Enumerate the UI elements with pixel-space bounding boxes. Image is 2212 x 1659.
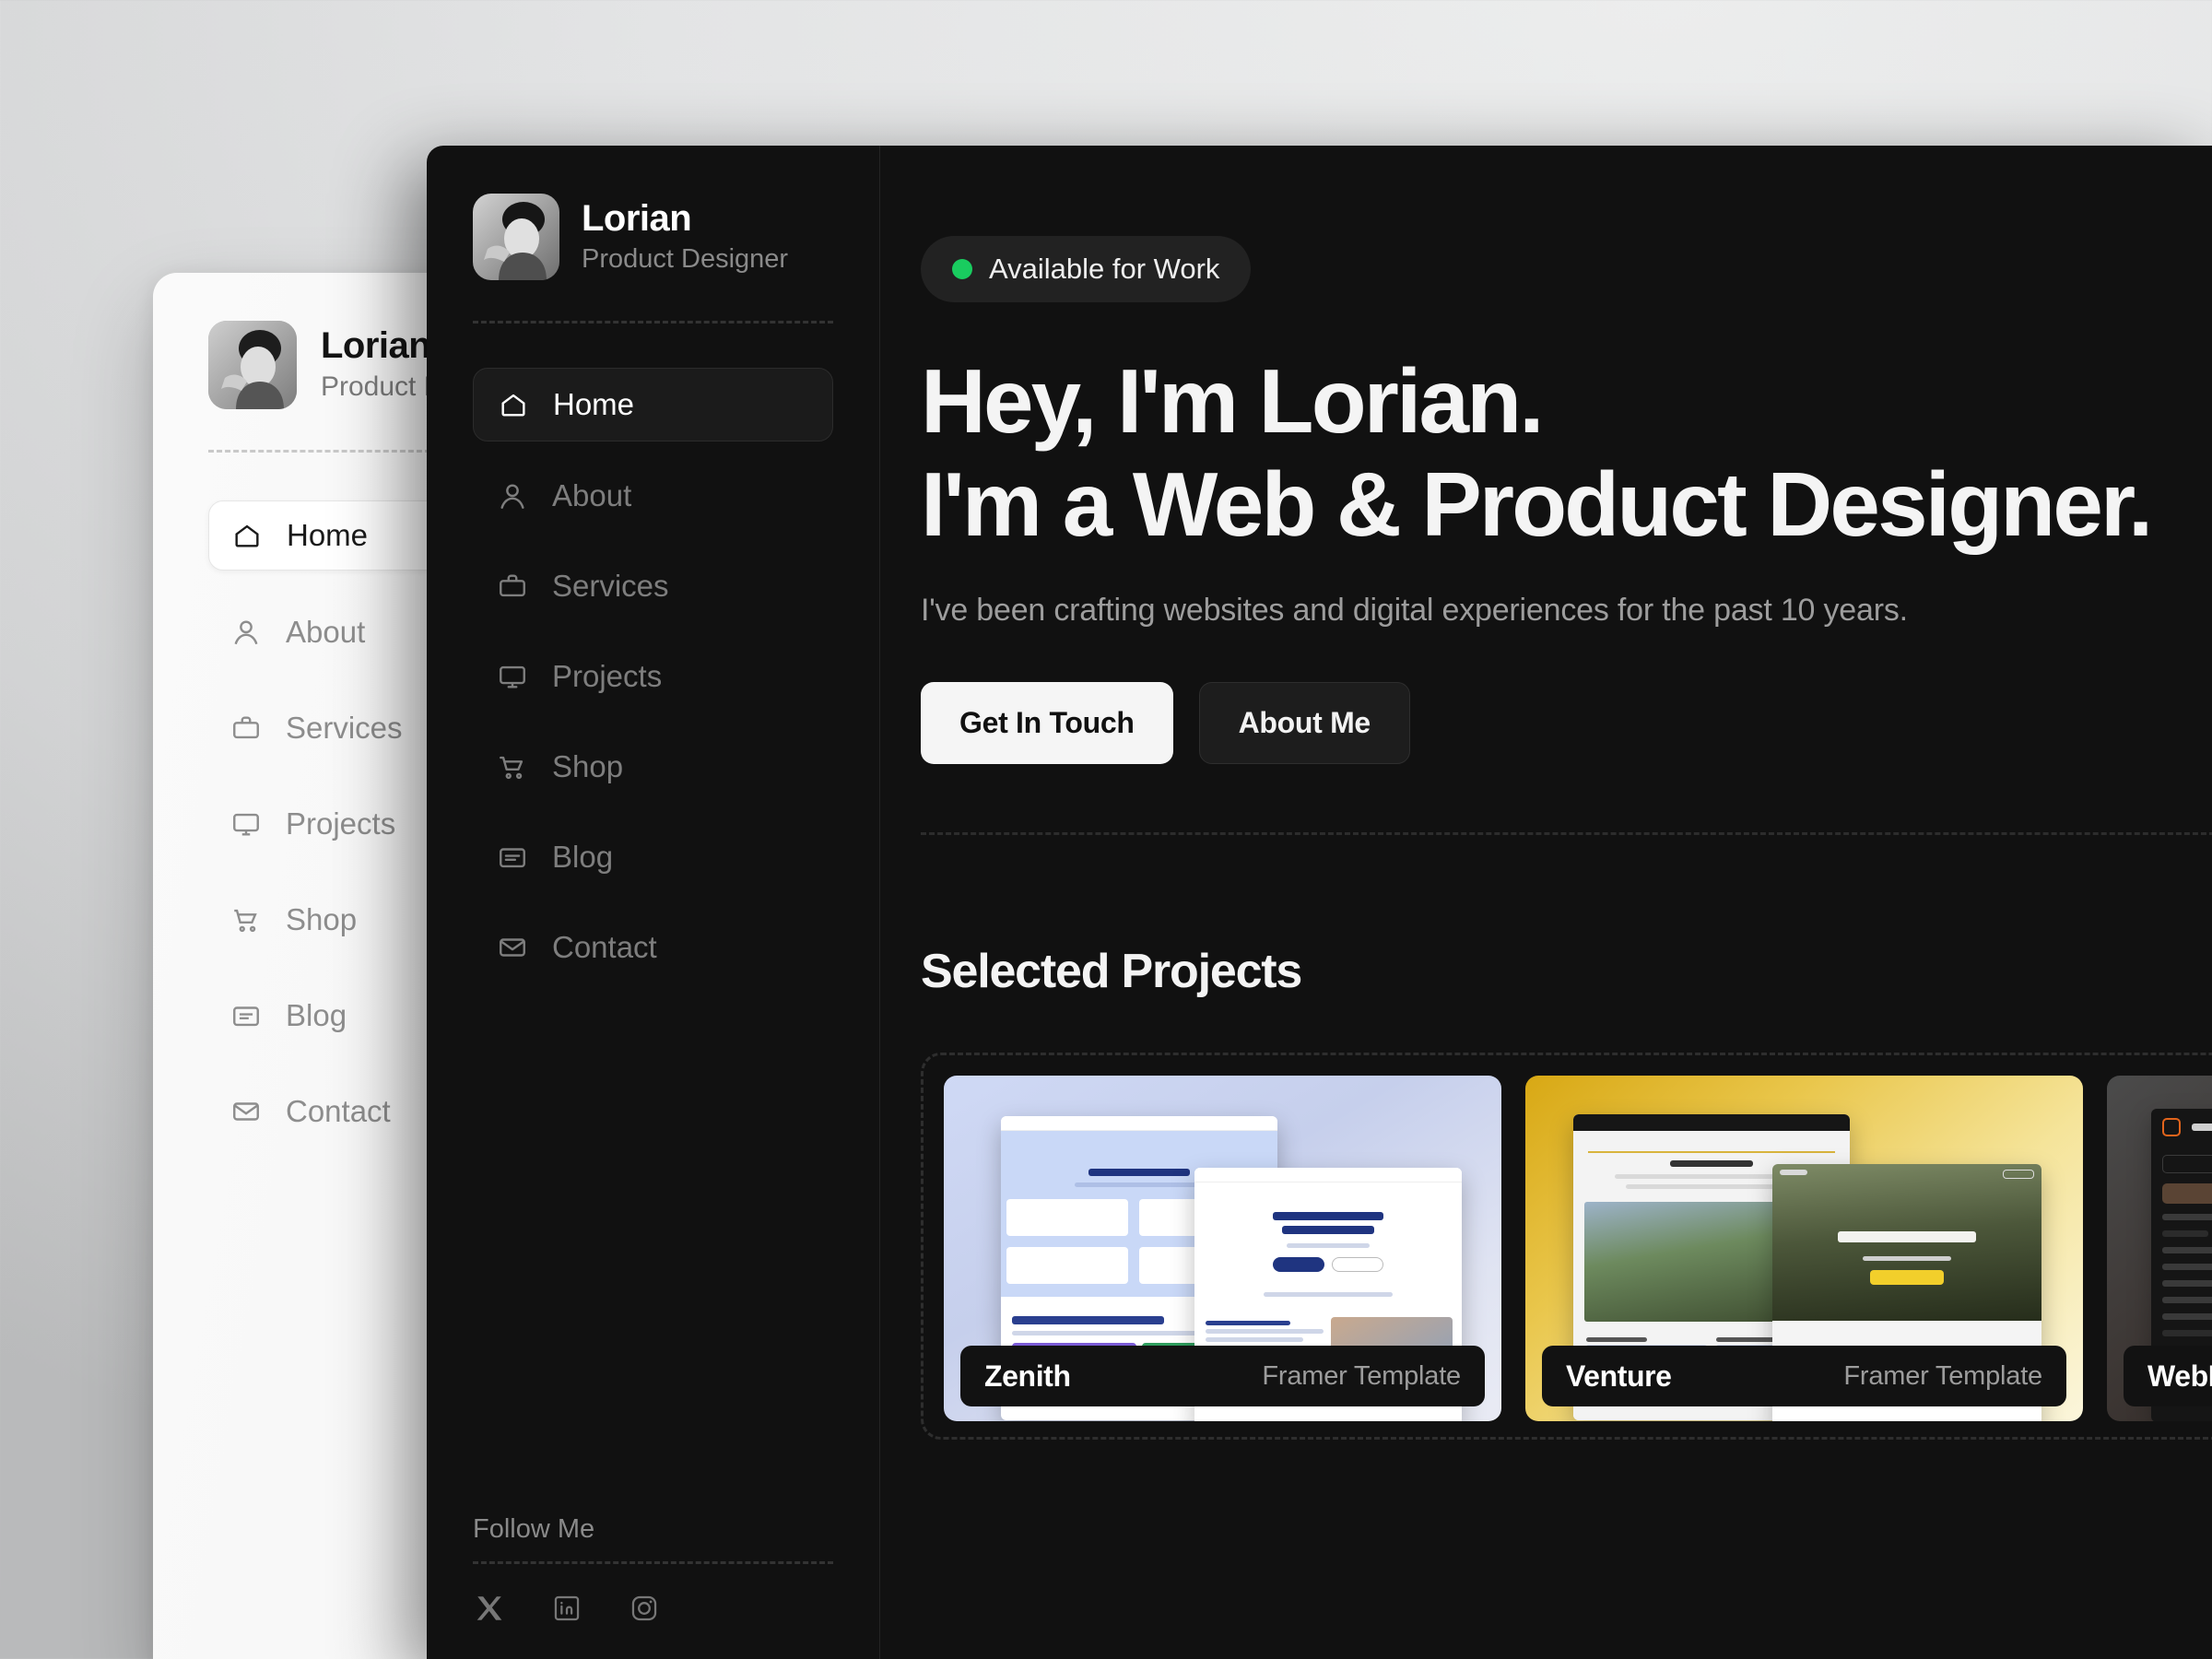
user-icon [230, 617, 262, 648]
linkedin-icon[interactable] [550, 1592, 583, 1625]
instagram-icon[interactable] [628, 1592, 661, 1625]
monitor-icon [230, 808, 262, 840]
cart-icon [497, 751, 528, 782]
status-badge-label: Available for Work [989, 253, 1219, 286]
profile-block: Lorian Product Designer [473, 194, 833, 280]
sidebar-item-label: Home [287, 518, 368, 553]
section-divider [921, 832, 2212, 835]
project-label: Venture Framer Template [1542, 1346, 2066, 1406]
selected-projects-heading: Selected Projects [921, 944, 2212, 999]
project-card[interactable]: Zenith Framer Template [944, 1076, 1501, 1421]
main-navigation: Home About Services Projects Shop Blog [473, 368, 833, 983]
status-badge: Available for Work [921, 236, 1251, 302]
follow-me-label: Follow Me [473, 1514, 833, 1545]
avatar [473, 194, 559, 280]
hero-heading-line-1: Hey, I'm Lorian. [921, 350, 2212, 453]
profile-role: Product D [321, 370, 443, 405]
divider [473, 321, 833, 324]
sidebar-item-label: About [552, 478, 631, 513]
article-icon [230, 1000, 262, 1031]
project-card[interactable]: WebHub Framer Template [2107, 1076, 2212, 1421]
projects-carousel[interactable]: Zenith Framer Template [921, 1053, 2212, 1440]
mail-icon [230, 1096, 262, 1127]
sidebar-item-label: Projects [286, 806, 395, 841]
sidebar-item-label: Services [286, 711, 403, 746]
cart-icon [230, 904, 262, 935]
sidebar-item-projects[interactable]: Projects [473, 641, 833, 712]
sidebar-item-label: Blog [286, 998, 347, 1033]
sidebar-item-label: About [286, 615, 365, 650]
article-icon [497, 841, 528, 873]
status-dot-icon [952, 259, 972, 279]
sidebar-item-about[interactable]: About [473, 460, 833, 532]
sidebar-footer: Follow Me [473, 1514, 833, 1625]
mail-icon [497, 932, 528, 963]
sidebar-item-home[interactable]: Home [473, 368, 833, 441]
home-icon [231, 520, 263, 551]
sidebar-item-label: Home [553, 387, 634, 422]
main-content: Available for Work Hey, I'm Lorian. I'm … [880, 146, 2212, 1659]
portfolio-window: Lorian Product Designer Home About Servi… [427, 146, 2212, 1659]
avatar [208, 321, 297, 409]
page-title: Hey, I'm Lorian. I'm a Web & Product Des… [921, 350, 2212, 556]
social-links [473, 1592, 833, 1625]
profile-name: Lorian [321, 325, 443, 367]
briefcase-icon [230, 712, 262, 744]
home-icon [498, 389, 529, 420]
sidebar-item-shop[interactable]: Shop [473, 731, 833, 803]
briefcase-icon [497, 571, 528, 602]
user-icon [497, 480, 528, 512]
profile-role: Product Designer [582, 242, 788, 276]
project-label: Zenith Framer Template [960, 1346, 1485, 1406]
project-card[interactable]: Venture Framer Template [1525, 1076, 2083, 1421]
sidebar-item-label: Shop [286, 902, 357, 937]
sidebar-item-label: Contact [286, 1094, 391, 1129]
x-icon[interactable] [473, 1592, 506, 1625]
about-me-button[interactable]: About Me [1199, 682, 1410, 764]
project-label: WebHub Framer Template [2124, 1346, 2212, 1406]
monitor-icon [497, 661, 528, 692]
project-subtitle: Framer Template [1843, 1361, 2042, 1392]
sidebar-item-contact[interactable]: Contact [473, 912, 833, 983]
hero-heading-line-2: I'm a Web & Product Designer. [921, 453, 2212, 557]
profile-name: Lorian [582, 198, 788, 239]
sidebar: Lorian Product Designer Home About Servi… [427, 146, 880, 1659]
sidebar-item-label: Blog [552, 840, 613, 875]
sidebar-item-services[interactable]: Services [473, 550, 833, 622]
hero-actions: Get In Touch About Me [921, 682, 2212, 764]
project-title: WebHub [2147, 1359, 2212, 1394]
sidebar-item-label: Projects [552, 659, 662, 694]
divider [473, 1561, 833, 1564]
sidebar-item-label: Contact [552, 930, 657, 965]
get-in-touch-button[interactable]: Get In Touch [921, 682, 1173, 764]
sidebar-item-label: Shop [552, 749, 623, 784]
project-title: Zenith [984, 1359, 1071, 1394]
hero-subtitle: I've been crafting websites and digital … [921, 593, 2212, 629]
sidebar-item-blog[interactable]: Blog [473, 821, 833, 893]
sidebar-item-label: Services [552, 569, 669, 604]
project-title: Venture [1566, 1359, 1672, 1394]
project-subtitle: Framer Template [1262, 1361, 1461, 1392]
